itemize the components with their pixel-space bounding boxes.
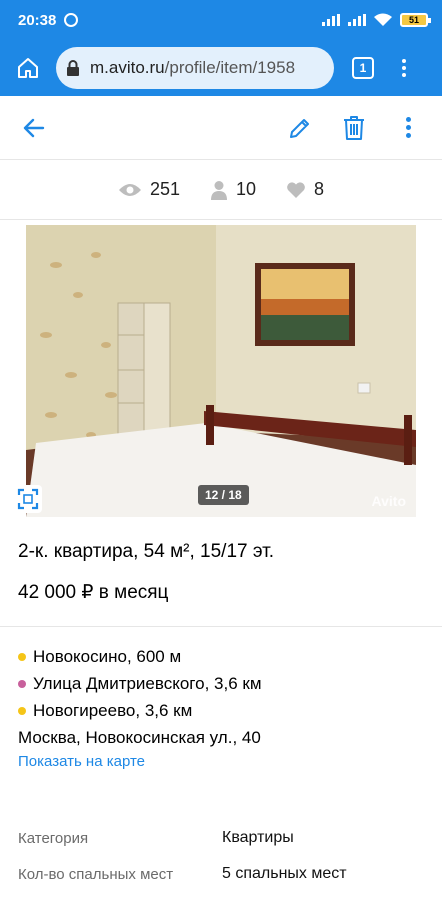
listing-params: Категория Квартиры Кол-во спальных мест … xyxy=(18,820,424,892)
metro-line-dot xyxy=(18,652,26,661)
param-key: Категория xyxy=(18,829,89,847)
fullscreen-icon xyxy=(17,488,39,510)
views-stat: 251 xyxy=(118,179,180,200)
metro-station: Улица Дмитриевского, 3,6 км xyxy=(33,673,262,693)
url-domain: m.avito.ru xyxy=(90,58,165,77)
listing-title: 2-к. квартира, 54 м², 15/17 эт. xyxy=(18,541,275,562)
person-icon xyxy=(211,180,227,200)
metro-item: Улица Дмитриевского, 3,6 км xyxy=(18,670,424,697)
divider xyxy=(0,626,442,627)
tab-count: 1 xyxy=(359,61,367,75)
tabs-button[interactable]: 1 xyxy=(352,57,374,79)
home-button[interactable] xyxy=(10,50,46,86)
contacts-stat: 10 xyxy=(210,179,256,200)
back-button[interactable] xyxy=(20,114,48,142)
avito-watermark: Avito xyxy=(371,493,406,509)
param-row: Категория Квартиры xyxy=(18,820,424,856)
metro-station: Новокосино, 600 м xyxy=(33,646,182,666)
arrow-left-icon xyxy=(23,118,45,137)
address-bar[interactable]: m.avito.ru/profile/item/1958 xyxy=(56,47,334,89)
photo-gallery[interactable]: 12 / 18 Avito xyxy=(26,225,416,517)
apartment-photo xyxy=(26,225,416,517)
wifi-icon xyxy=(374,13,392,26)
status-time: 20:38 xyxy=(18,11,57,29)
listing-info: 2-к. квартира, 54 м², 15/17 эт. 42 000 ₽… xyxy=(0,541,442,892)
metro-line-dot xyxy=(18,706,26,715)
param-value: Квартиры xyxy=(222,829,294,846)
delete-button[interactable] xyxy=(340,114,368,142)
metro-item: Новокосино, 600 м xyxy=(18,643,424,670)
url-path: /profile/item/1958 xyxy=(164,58,296,77)
photo-counter: 12 / 18 xyxy=(198,485,249,505)
eye-icon xyxy=(118,183,141,196)
lock-icon xyxy=(67,60,79,76)
metro-station: Новогиреево, 3,6 км xyxy=(33,700,193,720)
views-count: 251 xyxy=(149,179,180,199)
favorites-stat: 8 xyxy=(286,179,324,200)
fullscreen-button[interactable] xyxy=(14,485,42,513)
param-value: 5 спальных мест xyxy=(222,865,347,882)
listing-stats: 251 10 8 xyxy=(0,160,442,220)
metro-item: Новогиреево, 3,6 км xyxy=(18,697,424,724)
browser-toolbar: m.avito.ru/profile/item/1958 1 xyxy=(0,40,442,96)
metro-list: Новокосино, 600 м Улица Дмитриевского, 3… xyxy=(18,643,424,724)
page-toolbar xyxy=(0,96,442,160)
contacts-count: 10 xyxy=(236,179,257,199)
browser-menu-button[interactable] xyxy=(402,59,406,77)
listing-price: 42 000 ₽ в месяц xyxy=(18,582,169,603)
alarm-icon xyxy=(64,13,79,27)
edit-button[interactable] xyxy=(286,114,314,142)
signal-icon xyxy=(322,14,340,26)
metro-line-dot xyxy=(18,679,26,688)
trash-icon xyxy=(344,115,364,140)
more-button[interactable] xyxy=(394,114,422,142)
param-row: Кол-во спальных мест 5 спальных мест xyxy=(18,856,424,892)
listing-address: Москва, Новокосинская ул., 40 xyxy=(18,728,261,747)
param-key: Кол-во спальных мест xyxy=(18,865,174,883)
status-bar: 20:38 51 xyxy=(0,0,442,40)
more-vertical-icon xyxy=(405,117,411,138)
favorites-count: 8 xyxy=(314,179,325,199)
heart-icon xyxy=(287,181,305,198)
pencil-icon xyxy=(290,118,309,138)
battery-icon: 51 xyxy=(400,13,431,27)
home-icon xyxy=(18,58,38,78)
show-on-map-link[interactable]: Показать на карте xyxy=(18,753,424,770)
battery-level: 51 xyxy=(408,15,419,25)
signal-icon-2 xyxy=(348,14,366,26)
